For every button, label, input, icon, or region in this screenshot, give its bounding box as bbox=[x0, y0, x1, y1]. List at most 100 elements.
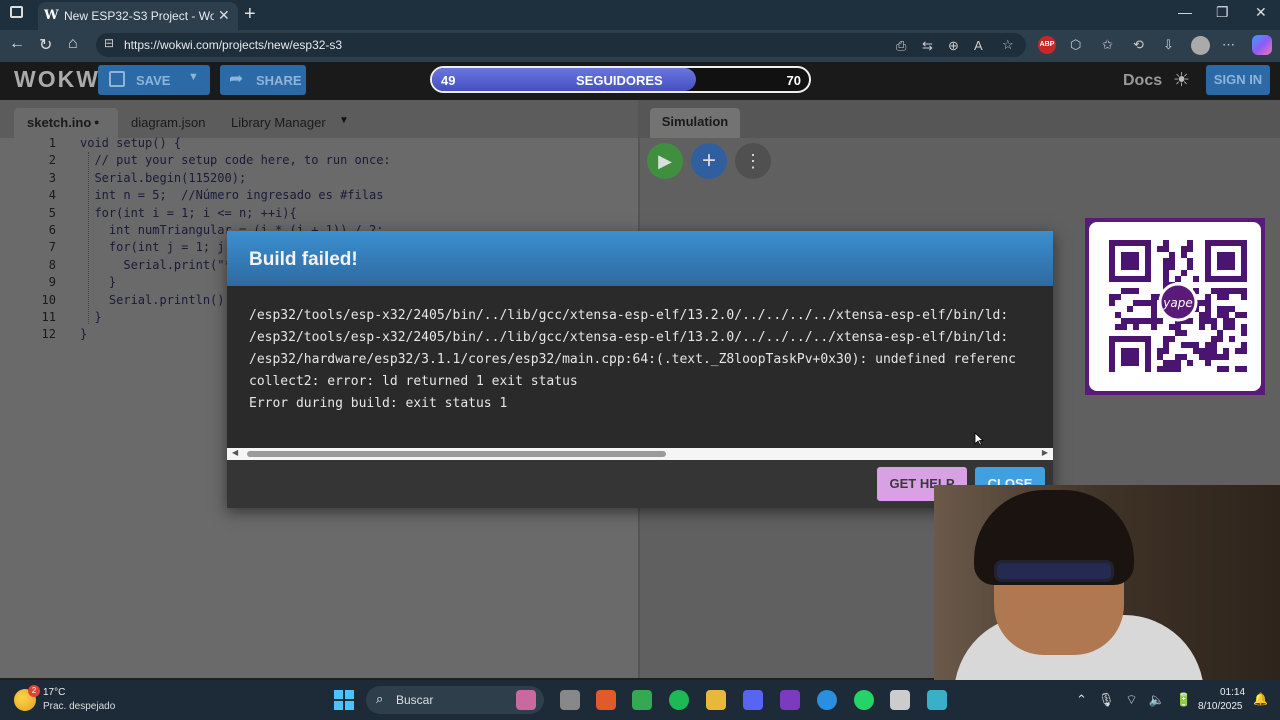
restore-icon[interactable]: ❐ bbox=[1216, 4, 1229, 21]
weather-temperature[interactable]: 17°C bbox=[43, 687, 65, 698]
more-vertical-icon: ⋮ bbox=[744, 151, 762, 171]
tab-library-manager[interactable]: Library Manager bbox=[231, 115, 326, 130]
dialog-header: Build failed! bbox=[227, 231, 1053, 286]
google-drive-icon[interactable] bbox=[632, 690, 652, 710]
onenote-icon[interactable] bbox=[780, 690, 800, 710]
line-number: 5 bbox=[48, 205, 56, 220]
indent-guide bbox=[88, 152, 89, 324]
app-available-icon[interactable]: ⎙ bbox=[896, 38, 906, 54]
tab-actions-icon[interactable] bbox=[10, 6, 23, 18]
code-line[interactable]: } bbox=[80, 327, 87, 341]
code-line[interactable]: } bbox=[80, 310, 101, 324]
app-icon[interactable] bbox=[890, 690, 910, 710]
home-icon[interactable]: ⌂ bbox=[68, 35, 78, 53]
code-line[interactable]: void setup() { bbox=[80, 136, 181, 150]
address-bar[interactable]: ⊟ https://wokwi.com/projects/new/esp32-s… bbox=[96, 33, 1026, 57]
favorites-icon[interactable]: ✩ bbox=[1102, 37, 1113, 53]
browser-tab-bar: W New ESP32-S3 Project - Wokwi Si ✕ + — … bbox=[0, 0, 1280, 30]
extensions-icon[interactable]: ⬡ bbox=[1070, 37, 1081, 53]
error-line: /esp32/hardware/esp32/3.1.1/cores/esp32/… bbox=[249, 352, 1017, 367]
play-icon: ▶ bbox=[658, 151, 672, 171]
save-button[interactable]: SAVE ▼ bbox=[98, 65, 210, 95]
file-explorer-icon[interactable] bbox=[706, 690, 726, 710]
octopus-app-icon[interactable] bbox=[516, 690, 536, 710]
copilot-icon[interactable] bbox=[1252, 35, 1272, 55]
back-icon[interactable]: ← bbox=[9, 35, 25, 53]
task-view-icon[interactable] bbox=[560, 690, 580, 710]
url-text[interactable]: https://wokwi.com/projects/new/esp32-s3 bbox=[124, 38, 342, 52]
scrollbar-thumb[interactable] bbox=[247, 451, 666, 457]
save-label: SAVE bbox=[136, 73, 171, 88]
copilot-app-icon[interactable] bbox=[596, 690, 616, 710]
horizontal-scrollbar[interactable]: ◀ ▶ bbox=[227, 448, 1053, 460]
tab-simulation[interactable]: Simulation bbox=[650, 108, 740, 138]
code-line[interactable]: for(int j = 1; j bbox=[80, 240, 225, 254]
more-options-button[interactable]: ⋮ bbox=[735, 143, 771, 179]
settings-more-icon[interactable]: ⋯ bbox=[1222, 37, 1235, 53]
read-aloud-icon[interactable]: A bbox=[974, 38, 983, 53]
share-button[interactable]: ➦ SHARE bbox=[220, 65, 306, 95]
build-output[interactable]: /esp32/tools/esp-x32/2405/bin/../lib/gcc… bbox=[227, 286, 1053, 448]
follower-count: 49 bbox=[441, 73, 456, 88]
docs-link[interactable]: Docs bbox=[1123, 72, 1162, 90]
discord-icon[interactable] bbox=[743, 690, 763, 710]
close-window-icon[interactable]: ✕ bbox=[1255, 4, 1267, 21]
translate-icon[interactable]: ⇆ bbox=[922, 38, 933, 54]
close-tab-icon[interactable]: ✕ bbox=[218, 7, 230, 24]
add-part-button[interactable]: + bbox=[691, 143, 727, 179]
reload-icon[interactable]: ↻ bbox=[39, 35, 52, 55]
code-line[interactable]: Serial.println(); bbox=[80, 293, 232, 307]
tabs-menu-icon[interactable]: ▼ bbox=[339, 115, 349, 126]
start-button[interactable] bbox=[334, 690, 354, 710]
windows-logo-icon bbox=[345, 701, 354, 710]
code-line[interactable]: for(int i = 1; i <= n; ++i){ bbox=[80, 206, 296, 220]
follower-goal-bar: 49 SEGUIDORES 70 bbox=[430, 66, 811, 93]
qr-code-image: yape bbox=[1109, 240, 1247, 372]
adblock-icon[interactable]: ABP bbox=[1038, 36, 1056, 54]
error-line: collect2: error: ld returned 1 exit stat… bbox=[249, 374, 578, 389]
notification-badge: 2 bbox=[28, 685, 40, 697]
history-icon[interactable]: ⟲ bbox=[1133, 37, 1144, 53]
minimize-icon[interactable]: — bbox=[1178, 4, 1192, 20]
chevron-down-icon[interactable]: ▼ bbox=[188, 71, 199, 83]
downloads-icon[interactable]: ⇩ bbox=[1163, 37, 1174, 53]
notifications-bell-icon[interactable]: 🔔 bbox=[1253, 692, 1268, 706]
code-line[interactable]: Serial.begin(115200); bbox=[80, 171, 246, 185]
zoom-icon[interactable]: ⊕ bbox=[948, 38, 959, 54]
whatsapp-icon[interactable] bbox=[854, 690, 874, 710]
profile-avatar[interactable] bbox=[1191, 36, 1210, 55]
code-line[interactable]: // put your setup code here, to run once… bbox=[80, 153, 390, 167]
follower-label: SEGUIDORES bbox=[576, 73, 663, 88]
code-line[interactable]: } bbox=[80, 275, 116, 289]
tab-sketch-ino[interactable]: sketch.ino bbox=[27, 115, 91, 130]
spotify-icon[interactable] bbox=[669, 690, 689, 710]
windows-logo-icon bbox=[345, 690, 354, 699]
new-tab-button[interactable]: + bbox=[244, 3, 256, 26]
clock-time[interactable]: 01:14 bbox=[1220, 687, 1245, 698]
error-line: Error during build: exit status 1 bbox=[249, 396, 508, 411]
scroll-right-icon[interactable]: ▶ bbox=[1042, 448, 1048, 457]
theme-toggle-icon[interactable]: ☀ bbox=[1173, 69, 1190, 92]
site-info-icon[interactable]: ⊟ bbox=[104, 36, 114, 50]
line-number: 9 bbox=[48, 275, 56, 290]
notepad-icon[interactable] bbox=[927, 690, 947, 710]
edge-icon[interactable] bbox=[817, 690, 837, 710]
sign-in-button[interactable]: SIGN IN bbox=[1206, 65, 1270, 95]
system-tray-icons[interactable]: ⌃🎙⌔🔈🔋 bbox=[1076, 692, 1203, 708]
line-number: 1 bbox=[48, 136, 56, 150]
scroll-left-icon[interactable]: ◀ bbox=[232, 448, 238, 457]
webcam-overlay bbox=[934, 485, 1280, 680]
browser-tab-active[interactable]: W New ESP32-S3 Project - Wokwi Si ✕ bbox=[38, 2, 238, 30]
favorite-star-icon[interactable]: ☆ bbox=[1002, 37, 1014, 53]
start-simulation-button[interactable]: ▶ bbox=[647, 143, 683, 179]
wokwi-logo[interactable]: WOKWI bbox=[14, 66, 108, 93]
line-number: 3 bbox=[48, 170, 56, 185]
weather-condition[interactable]: Prac. despejado bbox=[43, 701, 115, 712]
build-failed-dialog: Build failed! /esp32/tools/esp-x32/2405/… bbox=[227, 231, 1053, 508]
wokwi-header: WOKWI SAVE ▼ ➦ SHARE 49 SEGUIDORES 70 Do… bbox=[0, 62, 1280, 100]
code-line[interactable]: int n = 5; //Número ingresado es #filas bbox=[80, 188, 383, 202]
code-line[interactable]: Serial.print("* bbox=[80, 258, 231, 272]
clock-date[interactable]: 8/10/2025 bbox=[1198, 701, 1243, 712]
floppy-icon bbox=[109, 71, 125, 87]
tab-diagram-json[interactable]: diagram.json bbox=[131, 115, 205, 130]
